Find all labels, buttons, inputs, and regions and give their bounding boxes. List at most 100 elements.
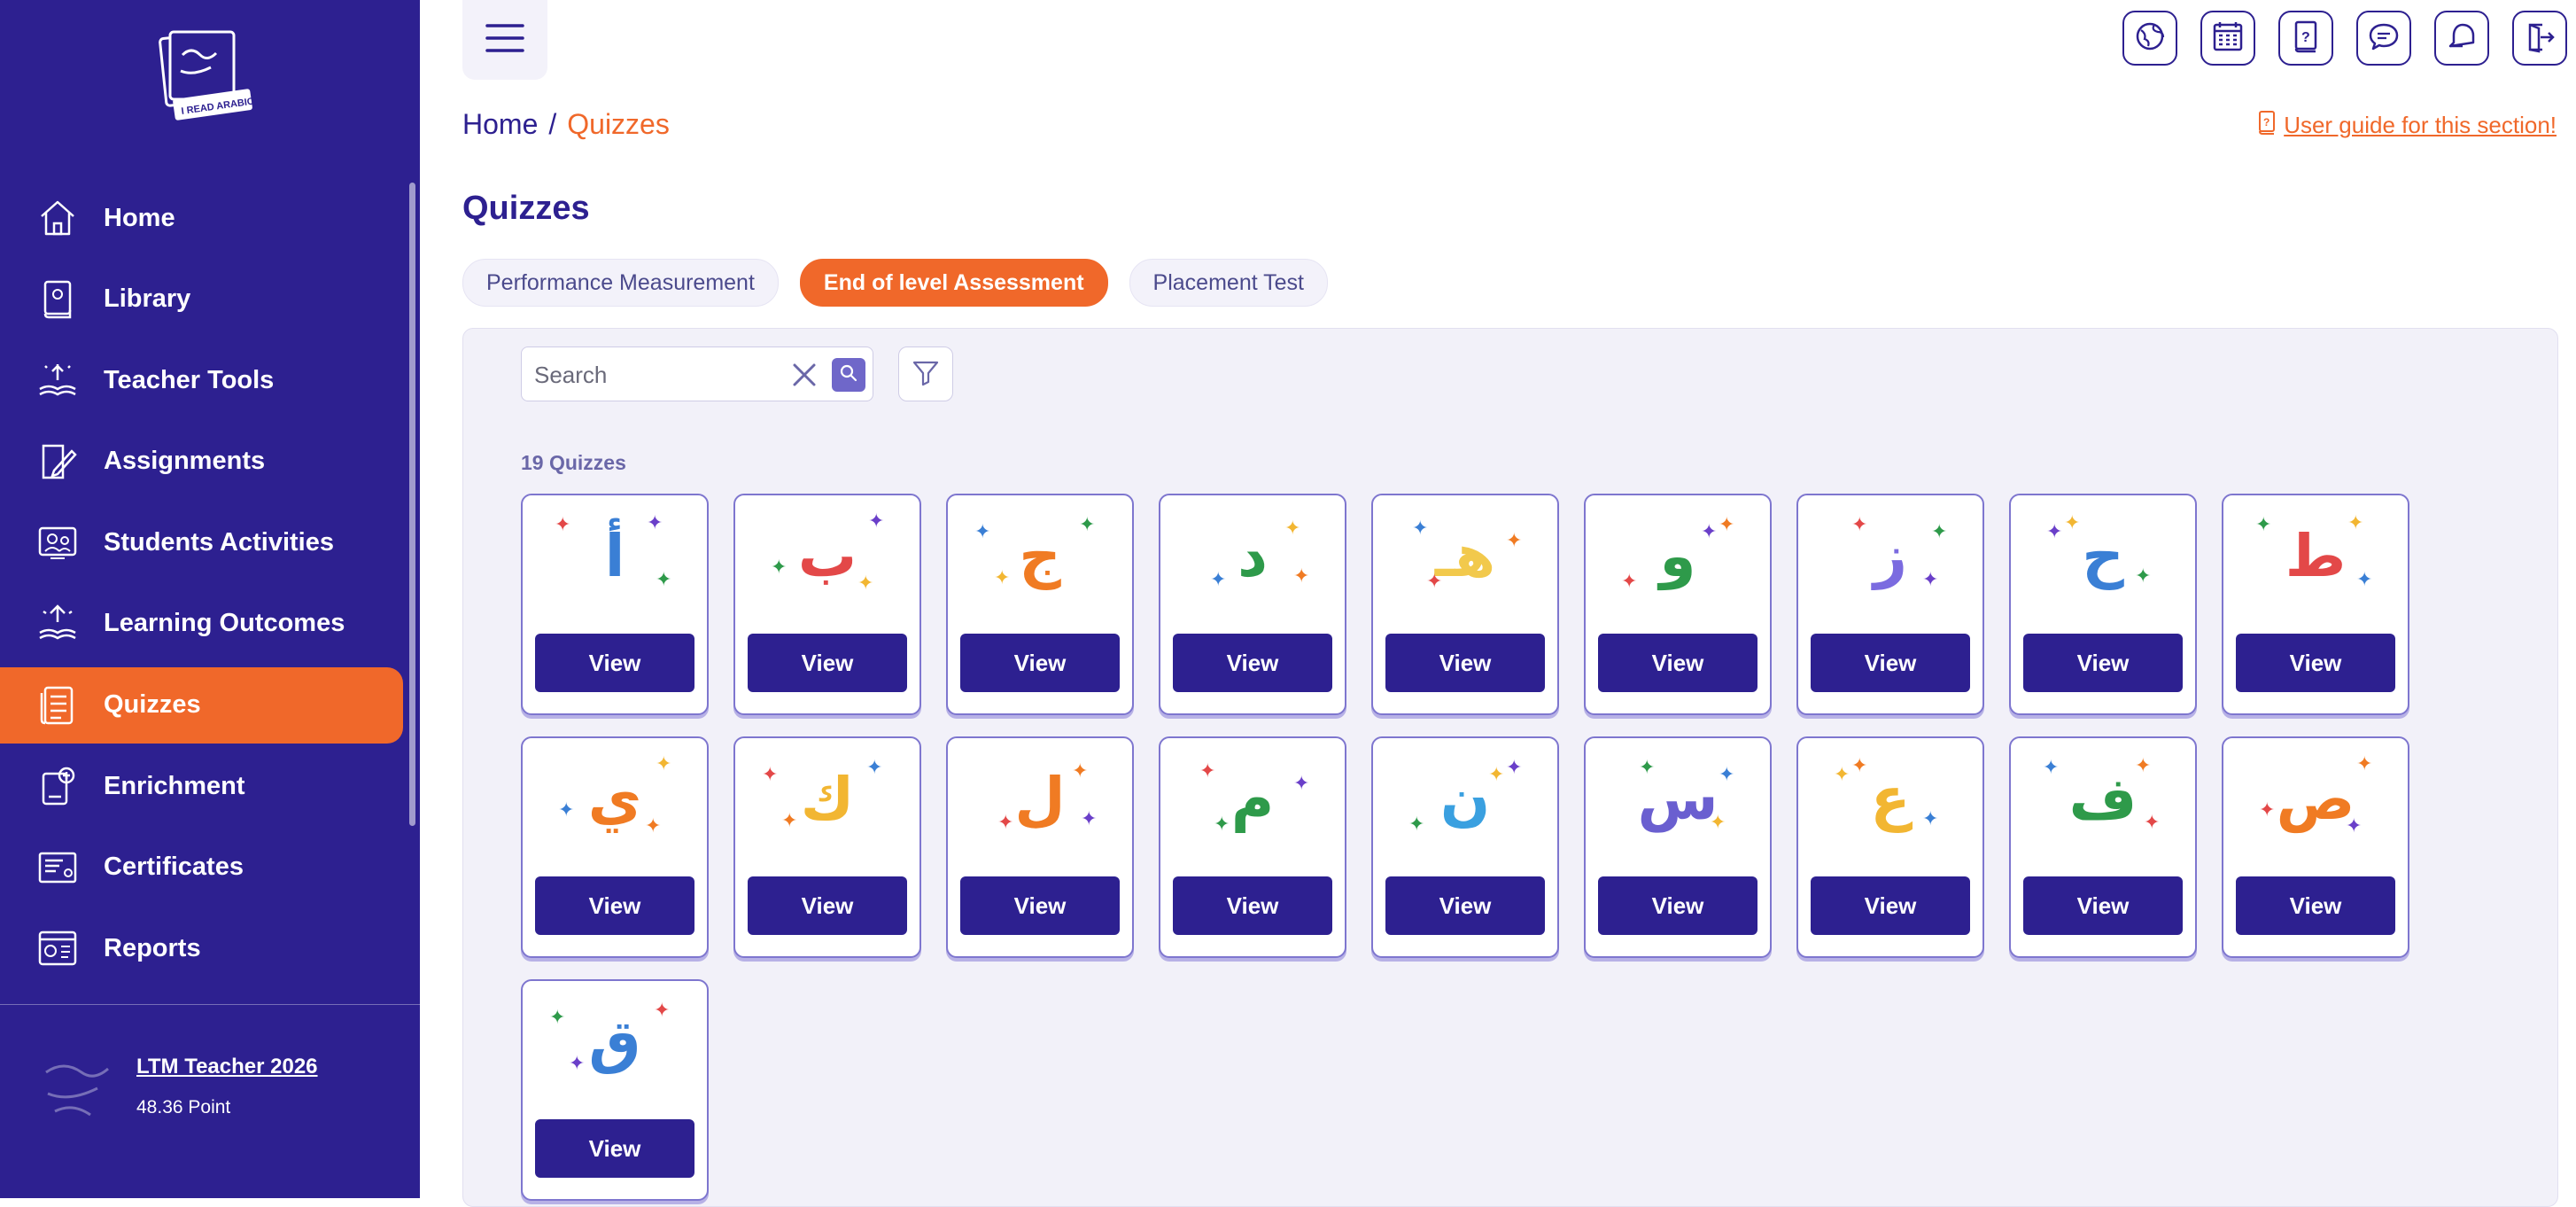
view-quiz-button[interactable]: View [2236, 876, 2395, 935]
sparkle-icon: ✦ [1834, 763, 1851, 785]
quiz-letter-image: ي [587, 764, 642, 833]
learning-outcomes-icon [35, 602, 80, 646]
sidebar-item-library[interactable]: Library [0, 261, 420, 338]
sidebar-item-reports[interactable]: Reports [0, 910, 420, 986]
quiz-letter-image: ص [2276, 764, 2355, 833]
sparkle-icon: ✦ [569, 1052, 586, 1074]
breadcrumb-home-link[interactable]: Home [462, 108, 538, 140]
quiz-card: د ✦ ✦ ✦ View [1159, 494, 1346, 715]
view-quiz-button[interactable]: View [1811, 876, 1970, 935]
view-quiz-button[interactable]: View [1173, 634, 1332, 692]
sparkle-icon: ✦ [1412, 517, 1429, 539]
view-quiz-button[interactable]: View [535, 1119, 694, 1178]
sparkle-icon: ✦ [2259, 798, 2276, 821]
calendar-icon [2211, 19, 2245, 58]
quiz-card: ح ✦ ✦ ✦ View [2009, 494, 2197, 715]
view-quiz-button[interactable]: View [535, 634, 694, 692]
sidebar-scrollbar[interactable] [409, 183, 415, 826]
user-name-link[interactable]: LTM Teacher 2026 [136, 1055, 318, 1079]
sparkle-icon: ✦ [1426, 570, 1443, 592]
sparkle-icon: ✦ [2356, 568, 2373, 590]
view-quiz-button[interactable]: View [960, 634, 1120, 692]
view-quiz-button[interactable]: View [1598, 634, 1757, 692]
search-input[interactable] [532, 347, 784, 402]
sparkle-icon: ✦ [1719, 513, 1735, 535]
filter-button[interactable] [898, 347, 953, 401]
notification-button[interactable] [2434, 11, 2489, 66]
sparkle-icon: ✦ [1081, 807, 1098, 829]
sparkle-icon: ✦ [645, 814, 662, 837]
sparkle-icon: ✦ [2346, 814, 2363, 837]
quiz-letter-image: هـ [1434, 521, 1496, 590]
user-guide-link[interactable]: ? User guide for this section! [2257, 110, 2557, 141]
logout-button[interactable] [2512, 11, 2567, 66]
tab-placement-test[interactable]: Placement Test [1129, 259, 1329, 307]
sidebar-item-students-activities[interactable]: Students Activities [0, 504, 420, 580]
view-quiz-button[interactable]: View [1811, 634, 1970, 692]
assignments-icon [35, 440, 80, 484]
view-quiz-button[interactable]: View [535, 876, 694, 935]
sparkle-icon: ✦ [1922, 568, 1939, 590]
sidebar-item-quizzes[interactable]: Quizzes [0, 666, 403, 744]
sparkle-icon: ✦ [656, 752, 672, 775]
sparkle-icon: ✦ [2043, 756, 2060, 778]
sidebar-item-label: Library [104, 284, 191, 314]
sparkle-icon: ✦ [1284, 517, 1301, 539]
view-quiz-button[interactable]: View [960, 876, 1120, 935]
sparkle-icon: ✦ [1488, 763, 1505, 785]
search-button[interactable] [832, 358, 865, 392]
quiz-card: ف ✦ ✦ ✦ View [2009, 736, 2197, 958]
sidebar-item-home[interactable]: Home [0, 180, 420, 256]
view-quiz-button[interactable]: View [748, 876, 907, 935]
chat-button[interactable] [2356, 11, 2411, 66]
quiz-letter-image: أ [604, 521, 625, 590]
sidebar-item-assignments[interactable]: Assignments [0, 424, 420, 500]
guide-book-icon: ? [2257, 110, 2277, 141]
sidebar-item-label: Enrichment [104, 771, 245, 800]
sparkle-icon: ✦ [1710, 811, 1726, 833]
quiz-card: ص ✦ ✦ ✦ View [2222, 736, 2409, 958]
view-quiz-button[interactable]: View [1385, 634, 1545, 692]
sparkle-icon: ✦ [555, 513, 571, 535]
sparkle-icon: ✦ [2135, 565, 2152, 587]
breadcrumb-current: Quizzes [567, 108, 670, 140]
tab-performance-measurement[interactable]: Performance Measurement [462, 259, 779, 307]
view-quiz-button[interactable]: View [2023, 876, 2183, 935]
sparkle-icon: ✦ [866, 756, 883, 778]
view-quiz-button[interactable]: View [1173, 876, 1332, 935]
quiz-card: أ ✦ ✦ ✦ View [521, 494, 709, 715]
sparkle-icon: ✦ [1621, 570, 1638, 592]
sparkle-icon: ✦ [1851, 513, 1868, 535]
sparkle-icon: ✦ [994, 566, 1011, 588]
sparkle-icon: ✦ [654, 999, 671, 1021]
sparkle-icon: ✦ [2144, 811, 2161, 833]
logout-icon [2523, 19, 2557, 58]
menu-toggle-button[interactable] [462, 0, 547, 80]
tab-end-of-level-assessment[interactable]: End of level Assessment [799, 259, 1108, 307]
view-quiz-button[interactable]: View [2023, 634, 2183, 692]
sidebar-nav: Home Library Teacher Tools Assignments S… [0, 180, 420, 992]
sidebar-divider [0, 1004, 420, 1005]
quiz-letter-image: ع [1870, 764, 1911, 833]
sidebar-item-learning-outcomes[interactable]: Learning Outcomes [0, 586, 420, 662]
calendar-button[interactable] [2200, 11, 2255, 66]
globe-button[interactable] [2122, 11, 2177, 66]
help-book-button[interactable]: ? [2278, 11, 2333, 66]
app-logo[interactable]: I READ ARABIC [158, 28, 255, 121]
clear-icon[interactable] [789, 360, 819, 390]
sidebar-item-certificates[interactable]: Certificates [0, 829, 420, 906]
sparkle-icon: ✦ [2255, 513, 2272, 535]
view-quiz-button[interactable]: View [1598, 876, 1757, 935]
quiz-card: ي ✦ ✦ ✦ View [521, 736, 709, 958]
quiz-card: ز ✦ ✦ ✦ View [1796, 494, 1984, 715]
sparkle-icon: ✦ [656, 568, 672, 590]
sidebar-item-enrichment[interactable]: Enrichment [0, 748, 420, 824]
view-quiz-button[interactable]: View [1385, 876, 1545, 935]
view-quiz-button[interactable]: View [2236, 634, 2395, 692]
sidebar-item-label: Assignments [104, 447, 266, 476]
quiz-card: ق ✦ ✦ ✦ View [521, 979, 709, 1201]
sidebar-item-teacher-tools[interactable]: Teacher Tools [0, 342, 420, 418]
library-icon [35, 277, 80, 322]
view-quiz-button[interactable]: View [748, 634, 907, 692]
sparkle-icon: ✦ [868, 510, 885, 532]
